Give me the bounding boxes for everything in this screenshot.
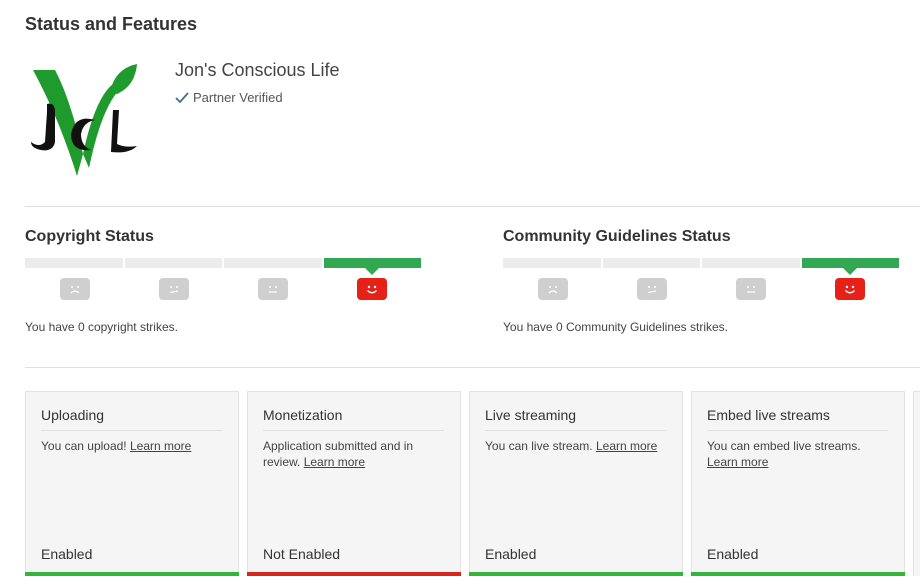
learn-more-link[interactable]: Learn more <box>304 455 365 469</box>
community-strike-bar <box>503 258 899 275</box>
check-icon <box>175 91 189 103</box>
partner-verified-label: Partner Verified <box>193 90 283 105</box>
card-divider <box>707 430 888 431</box>
strike-segment <box>602 258 700 268</box>
channel-name[interactable]: Jon's Conscious Life <box>175 60 340 81</box>
learn-more-link[interactable]: Learn more <box>130 439 191 453</box>
strike-segment <box>503 258 601 268</box>
strike-segment-active <box>801 258 899 275</box>
divider <box>25 367 920 368</box>
card-divider <box>263 430 444 431</box>
copyright-status: Copyright Status You have 0 copyright st… <box>25 228 425 334</box>
page-title: Status and Features <box>25 14 198 34</box>
card-status: Not Enabled <box>263 546 341 562</box>
status-bar <box>247 572 461 576</box>
strike-segment-active <box>323 258 421 275</box>
card-title: Embed live streams <box>707 407 830 423</box>
feature-card-monetization: Monetization Application submitted and i… <box>247 391 461 576</box>
jcl-logo-icon <box>31 64 137 176</box>
pointer-icon <box>365 268 380 275</box>
copyright-status-title: Copyright Status <box>25 228 154 245</box>
card-title: Uploading <box>41 407 105 423</box>
strike-segment <box>702 258 800 268</box>
status-bar <box>469 572 683 576</box>
feature-cards: Uploading You can upload! Learn more Ena… <box>25 391 920 586</box>
feature-card-embed-live-streams: Embed live streams You can embed live st… <box>691 391 905 576</box>
neutral-face-icon <box>257 278 288 300</box>
community-strikes-text: You have 0 Community Guidelines strikes. <box>503 320 728 334</box>
strike-segment <box>25 258 123 268</box>
slight-frown-icon <box>636 278 667 300</box>
status-bar <box>25 572 239 576</box>
copyright-faces <box>25 278 421 300</box>
pointer-icon <box>843 268 858 275</box>
card-title: Monetization <box>263 407 343 423</box>
partner-verified-badge: Partner Verified <box>175 90 283 105</box>
community-guidelines-status: Community Guidelines Status You have 0 C… <box>503 228 903 334</box>
feature-card-partial <box>913 391 920 576</box>
happy-face-icon <box>834 278 865 300</box>
strike-segment <box>224 258 322 268</box>
copyright-strike-bar <box>25 258 421 275</box>
feature-card-live-streaming: Live streaming You can live stream. Lear… <box>469 391 683 576</box>
neutral-face-icon <box>735 278 766 300</box>
strike-segment <box>124 258 222 268</box>
card-status: Enabled <box>707 546 759 562</box>
community-status-title: Community Guidelines Status <box>503 228 731 245</box>
sad-face-icon <box>537 278 568 300</box>
status-bar <box>691 572 905 576</box>
learn-more-link[interactable]: Learn more <box>596 439 657 453</box>
card-description: You can upload! Learn more <box>41 439 192 453</box>
learn-more-link[interactable]: Learn more <box>707 455 768 469</box>
copyright-strikes-text: You have 0 copyright strikes. <box>25 320 178 334</box>
card-status: Enabled <box>41 546 93 562</box>
card-title: Live streaming <box>485 407 577 423</box>
sad-face-icon <box>59 278 90 300</box>
card-status: Enabled <box>485 546 537 562</box>
divider <box>25 206 920 207</box>
slight-frown-icon <box>158 278 189 300</box>
feature-card-uploading: Uploading You can upload! Learn more Ena… <box>25 391 239 576</box>
card-divider <box>41 430 222 431</box>
happy-face-icon <box>356 278 387 300</box>
card-description: You can live stream. Learn more <box>485 439 658 453</box>
card-description: Application submitted and in review. Lea… <box>263 439 414 469</box>
card-description: You can embed live streams. Learn more <box>707 439 861 469</box>
card-divider <box>485 430 666 431</box>
channel-logo[interactable] <box>25 58 143 178</box>
community-faces <box>503 278 899 300</box>
